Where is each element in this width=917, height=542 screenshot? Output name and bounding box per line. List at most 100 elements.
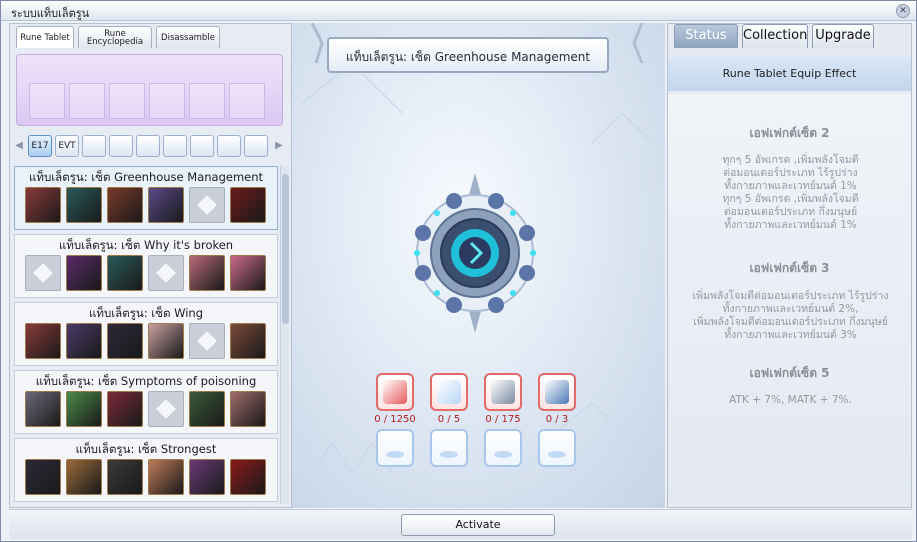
rune-card[interactable] xyxy=(25,459,61,495)
rune-card[interactable] xyxy=(189,187,225,223)
rune-card[interactable] xyxy=(107,187,143,223)
tab-label: Rune Tablet xyxy=(20,32,70,43)
filter-button[interactable] xyxy=(244,135,268,157)
rune-card[interactable] xyxy=(107,323,143,359)
empty-material-slot[interactable] xyxy=(484,429,522,467)
rune-tablet-window: ระบบแท็บเล็ตรูน ✕ Rune Tablet Rune Encyc… xyxy=(0,0,917,542)
tab-label: Rune Encyclopedia xyxy=(86,28,144,47)
rune-card[interactable] xyxy=(148,255,184,291)
required-materials: 0 / 1250 0 / 5 0 / 175 0 / 3 xyxy=(374,373,586,473)
set2-line: ต่อมอนเตอร์ประเภท กึ่งมนุษย์ xyxy=(723,206,858,218)
set-title-banner: แท็บเล็ตรูน: เซ็ต Greenhouse Management xyxy=(327,37,609,73)
rune-card[interactable] xyxy=(107,255,143,291)
set2-title: เอฟเฟกต์เซ็ต 2 xyxy=(749,126,830,140)
material-count: 0 / 175 xyxy=(485,414,521,425)
set2-line: ทุกๆ 5 อัพเกรด ,เพิ่มพลังโจมตี xyxy=(722,154,859,166)
set3-line: เพิ่มพลังโจมตีต่อมอนเตอร์ประเภท กึ่งมนุษ… xyxy=(693,316,888,328)
rune-card[interactable] xyxy=(66,187,102,223)
rune-card[interactable] xyxy=(25,391,61,427)
empty-material-slot[interactable] xyxy=(430,429,468,467)
set-item-symptoms-of-poisoning[interactable]: แท็บเล็ตรูน: เซ็ต Symptoms of poisoning xyxy=(14,370,278,434)
material-count: 0 / 5 xyxy=(437,414,461,425)
rune-card[interactable] xyxy=(148,187,184,223)
list-scrollbar[interactable] xyxy=(280,166,289,504)
rune-card[interactable] xyxy=(66,391,102,427)
rune-card[interactable] xyxy=(25,255,61,291)
tab-collection[interactable]: Collection xyxy=(742,24,808,48)
activate-button[interactable]: Activate xyxy=(401,514,555,536)
material-slot[interactable] xyxy=(484,373,522,411)
equip-slot[interactable] xyxy=(149,83,185,119)
tab-upgrade[interactable]: Upgrade xyxy=(812,24,874,48)
rune-card[interactable] xyxy=(230,255,266,291)
rune-card[interactable] xyxy=(66,255,102,291)
equip-slot[interactable] xyxy=(109,83,145,119)
filter-prev-button[interactable]: ◀ xyxy=(14,139,24,153)
equip-slot[interactable] xyxy=(69,83,105,119)
set2-line: ต่อมอนเตอร์ประเภท ไร้รูปร่าง xyxy=(723,167,858,179)
material-icon xyxy=(383,380,407,404)
filter-button[interactable] xyxy=(136,135,160,157)
material-icon xyxy=(545,380,569,404)
filter-row: ◀ E17 EVT ▶ xyxy=(14,134,287,160)
close-icon: ✕ xyxy=(899,6,907,16)
set-name: แท็บเล็ตรูน: เซ็ต Strongest xyxy=(75,442,217,456)
rune-card[interactable] xyxy=(189,323,225,359)
set2-line: ทั้งกายภาพและเวทย์มนต์ 1% xyxy=(724,219,857,231)
tab-label: Disassamble xyxy=(161,32,215,43)
scroll-thumb[interactable] xyxy=(282,174,289,324)
filter-button[interactable]: EVT xyxy=(55,135,79,157)
rune-card[interactable] xyxy=(230,323,266,359)
chevron-left-icon: ◀ xyxy=(15,140,23,151)
filter-button[interactable] xyxy=(163,135,187,157)
rune-card[interactable] xyxy=(148,323,184,359)
material-slot[interactable] xyxy=(376,373,414,411)
tab-rune-encyclopedia[interactable]: Rune Encyclopedia xyxy=(78,26,152,48)
set-name: แท็บเล็ตรูน: เซ็ต Why it's broken xyxy=(58,238,234,252)
rune-card[interactable] xyxy=(25,187,61,223)
rune-set-list: แท็บเล็ตรูน: เซ็ต Greenhouse Management … xyxy=(14,166,278,504)
rune-card[interactable] xyxy=(189,255,225,291)
material-slot[interactable] xyxy=(538,373,576,411)
material-slot[interactable] xyxy=(430,373,468,411)
equip-slot[interactable] xyxy=(189,83,225,119)
rune-card[interactable] xyxy=(66,459,102,495)
set-item-greenhouse-management[interactable]: แท็บเล็ตรูน: เซ็ต Greenhouse Management xyxy=(14,166,278,230)
set5-title: เอฟเฟกต์เซ็ต 5 xyxy=(749,366,830,380)
set-name: แท็บเล็ตรูน: เซ็ต Greenhouse Management xyxy=(28,170,264,184)
rune-card[interactable] xyxy=(230,459,266,495)
equip-slot[interactable] xyxy=(229,83,265,119)
chevron-right-icon: ▶ xyxy=(275,140,283,151)
filter-button[interactable] xyxy=(217,135,241,157)
rune-card[interactable] xyxy=(148,391,184,427)
equip-slot[interactable] xyxy=(29,83,65,119)
set-item-why-its-broken[interactable]: แท็บเล็ตรูน: เซ็ต Why it's broken xyxy=(14,234,278,298)
rune-card[interactable] xyxy=(66,323,102,359)
filter-button[interactable] xyxy=(190,135,214,157)
window-title: ระบบแท็บเล็ตรูน xyxy=(11,7,90,20)
set-item-strongest[interactable]: แท็บเล็ตรูน: เซ็ต Strongest xyxy=(14,438,278,502)
rune-preview-panel: แท็บเล็ตรูน: เซ็ต Greenhouse Management xyxy=(292,23,665,508)
filter-button[interactable] xyxy=(82,135,106,157)
empty-material-slot[interactable] xyxy=(538,429,576,467)
rune-card[interactable] xyxy=(148,459,184,495)
close-button[interactable]: ✕ xyxy=(896,4,910,18)
tab-disassamble[interactable]: Disassamble xyxy=(156,26,220,48)
rune-card[interactable] xyxy=(25,323,61,359)
rune-card[interactable] xyxy=(230,391,266,427)
rune-card[interactable] xyxy=(189,459,225,495)
set-item-wing[interactable]: แท็บเล็ตรูน: เซ็ต Wing xyxy=(14,302,278,366)
rune-card[interactable] xyxy=(107,391,143,427)
rune-card[interactable] xyxy=(189,391,225,427)
filter-next-button[interactable]: ▶ xyxy=(274,139,284,153)
tab-status[interactable]: Status xyxy=(674,24,738,48)
title-bar[interactable]: ระบบแท็บเล็ตรูน ✕ xyxy=(1,1,916,21)
tab-rune-tablet[interactable]: Rune Tablet xyxy=(16,26,74,48)
set5-line: ATK + 7%, MATK + 7%. xyxy=(729,394,852,406)
rune-card[interactable] xyxy=(230,187,266,223)
empty-material-slot[interactable] xyxy=(376,429,414,467)
set3-title: เอฟเฟกต์เซ็ต 3 xyxy=(749,261,830,275)
filter-button[interactable]: E17 xyxy=(28,135,52,157)
rune-card[interactable] xyxy=(107,459,143,495)
filter-button[interactable] xyxy=(109,135,133,157)
